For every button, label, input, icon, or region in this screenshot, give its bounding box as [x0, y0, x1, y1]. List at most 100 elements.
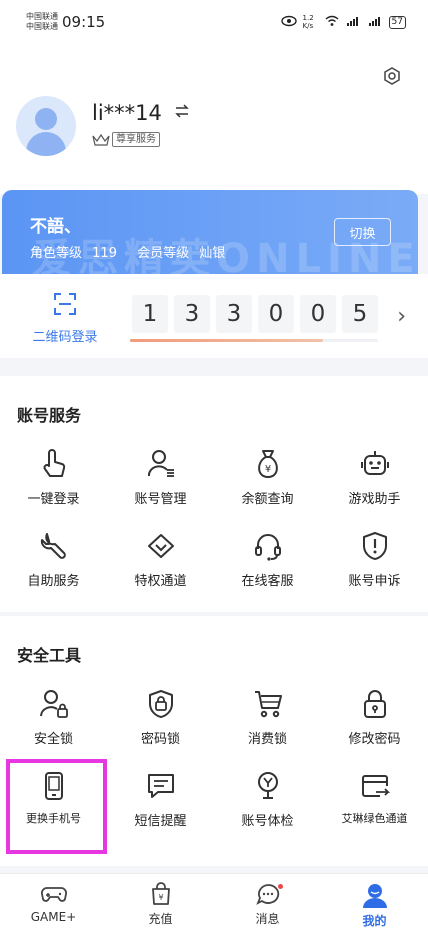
privilege-channel-button[interactable]: 特权通道: [107, 530, 214, 602]
chevron-right-icon[interactable]: ›: [397, 304, 406, 329]
carrier-2: 中国联通: [26, 22, 58, 31]
token-digit: 3: [174, 295, 210, 333]
gamepad-icon: [40, 887, 67, 902]
tab-bar: GAME+ ¥ 充值 消息 我的: [0, 873, 428, 941]
svg-text:¥: ¥: [158, 893, 163, 902]
self-service-button[interactable]: 自助服务: [0, 530, 107, 602]
grid-label: 特权通道: [134, 574, 187, 589]
level-label: 角色等级: [30, 246, 83, 261]
scan-icon: [54, 293, 76, 315]
member-label: 会员等级: [137, 246, 190, 261]
token-digits: 1 3 3 0 0 5: [132, 295, 378, 333]
grid-label: 短信提醒: [134, 814, 187, 829]
grid-label: 余额查询: [241, 492, 294, 507]
status-bar: 中国联通 中国联通 09:15 1.2 K/s 57: [0, 0, 428, 44]
role-card: 爱思精英ONLINE 不語、 角色等级 119 会员等级 灿银 切换: [2, 190, 418, 274]
account-manage-button[interactable]: 账号管理: [107, 448, 214, 520]
svg-text:¥: ¥: [264, 464, 270, 475]
section-title: 安全工具: [17, 646, 82, 665]
shield-alert-icon: [362, 532, 387, 560]
switch-role-button[interactable]: 切换: [334, 218, 391, 246]
account-checkup-button[interactable]: 账号体检: [214, 770, 321, 842]
message-icon: [147, 774, 174, 798]
carrier-1: 中国联通: [26, 12, 58, 21]
change-password-button[interactable]: 修改密码: [321, 688, 428, 760]
tap-icon: [43, 449, 65, 477]
password-lock-button[interactable]: 密码锁: [107, 688, 214, 760]
qr-login-button[interactable]: 二维码登录: [22, 292, 108, 345]
balance-query-button[interactable]: ¥ 余额查询: [214, 448, 321, 520]
tab-label: 消息: [255, 912, 280, 926]
sms-reminder-button[interactable]: 短信提醒: [107, 770, 214, 842]
tab-label: 充值: [148, 912, 173, 926]
game-assistant-button[interactable]: 游戏助手: [321, 448, 428, 520]
token-digit: 1: [132, 295, 168, 333]
money-bag-icon: ¥: [257, 450, 278, 479]
tab-game-plus[interactable]: GAME+: [0, 882, 107, 924]
chat-bubble-icon: [255, 884, 279, 905]
signal-icon: [345, 15, 361, 30]
consumption-lock-button[interactable]: 消费锁: [214, 688, 321, 760]
online-support-button[interactable]: 在线客服: [214, 530, 321, 602]
security-lock-button[interactable]: 安全锁: [0, 688, 107, 760]
user-icon: [362, 884, 387, 908]
switch-account-button[interactable]: [172, 101, 192, 121]
status-icons: 1.2 K/s 57: [280, 14, 406, 30]
grid-label: 账号申诉: [348, 574, 401, 589]
green-channel-button[interactable]: 艾琳绿色通道: [321, 770, 428, 842]
grid-label: 自助服务: [27, 574, 80, 589]
cart-icon: [254, 691, 282, 718]
shopping-bag-icon: ¥: [151, 882, 170, 905]
headset-icon: [254, 534, 281, 561]
grid-label: 在线客服: [241, 574, 294, 589]
grid-label: 密码锁: [140, 732, 180, 747]
account-appeal-button[interactable]: 账号申诉: [321, 530, 428, 602]
grid-label: 账号管理: [134, 492, 187, 507]
eye-icon: [280, 15, 297, 30]
swap-icon: [175, 104, 189, 118]
role-info: 角色等级 119 会员等级 灿银: [30, 242, 231, 261]
tab-recharge[interactable]: ¥ 充值: [107, 882, 214, 927]
health-check-icon: [257, 772, 278, 799]
unread-dot: [278, 884, 283, 889]
grid-label: 修改密码: [348, 732, 401, 747]
token-progress: [130, 339, 378, 342]
card-transfer-icon: [361, 775, 390, 797]
token-digit: 5: [342, 295, 378, 333]
account-services-section: 账号服务 一键登录 账号管理 ¥ 余额查询 游戏助手 自助服务 特权通道 在线客…: [0, 376, 428, 612]
profile-header: li***14 尊享服务: [0, 44, 428, 194]
username: li***14: [92, 101, 162, 125]
tab-mine[interactable]: 我的: [321, 882, 428, 929]
grid-label: 消费锁: [247, 732, 287, 747]
tab-messages[interactable]: 消息: [214, 882, 321, 927]
tab-label: 我的: [362, 914, 387, 928]
one-click-login-button[interactable]: 一键登录: [0, 448, 107, 520]
grid-label: 账号体检: [241, 814, 294, 829]
grid-label: 游戏助手: [348, 492, 401, 507]
wrench-icon: [40, 533, 66, 559]
token-digit: 3: [216, 295, 252, 333]
user-lock-icon: [39, 690, 68, 718]
user-manage-icon: [147, 450, 174, 477]
settings-button[interactable]: [380, 64, 404, 88]
clock: 09:15: [62, 13, 106, 31]
tab-label: GAME+: [30, 910, 77, 924]
gear-icon: [384, 67, 400, 85]
grid-label: 安全锁: [33, 732, 73, 747]
vip-label: 尊享服务: [112, 132, 160, 147]
diamond-icon: [147, 534, 174, 558]
wifi-icon: [325, 15, 339, 30]
member-value: 灿银: [199, 246, 226, 261]
battery-icon: 57: [388, 15, 406, 29]
level-value: 119: [92, 246, 117, 261]
signal-icon-2: [367, 15, 383, 30]
highlight-box: [6, 759, 107, 854]
padlock-icon: [363, 690, 386, 718]
grid-label: 艾琳绿色通道: [341, 812, 408, 825]
avatar[interactable]: [16, 96, 76, 156]
vip-badge: 尊享服务: [92, 132, 160, 147]
grid-label: 一键登录: [27, 492, 80, 507]
token-card: 二维码登录 1 3 3 0 0 5 ›: [0, 274, 428, 358]
qr-login-label: 二维码登录: [32, 330, 98, 345]
network-speed: 1.2 K/s: [302, 14, 314, 30]
